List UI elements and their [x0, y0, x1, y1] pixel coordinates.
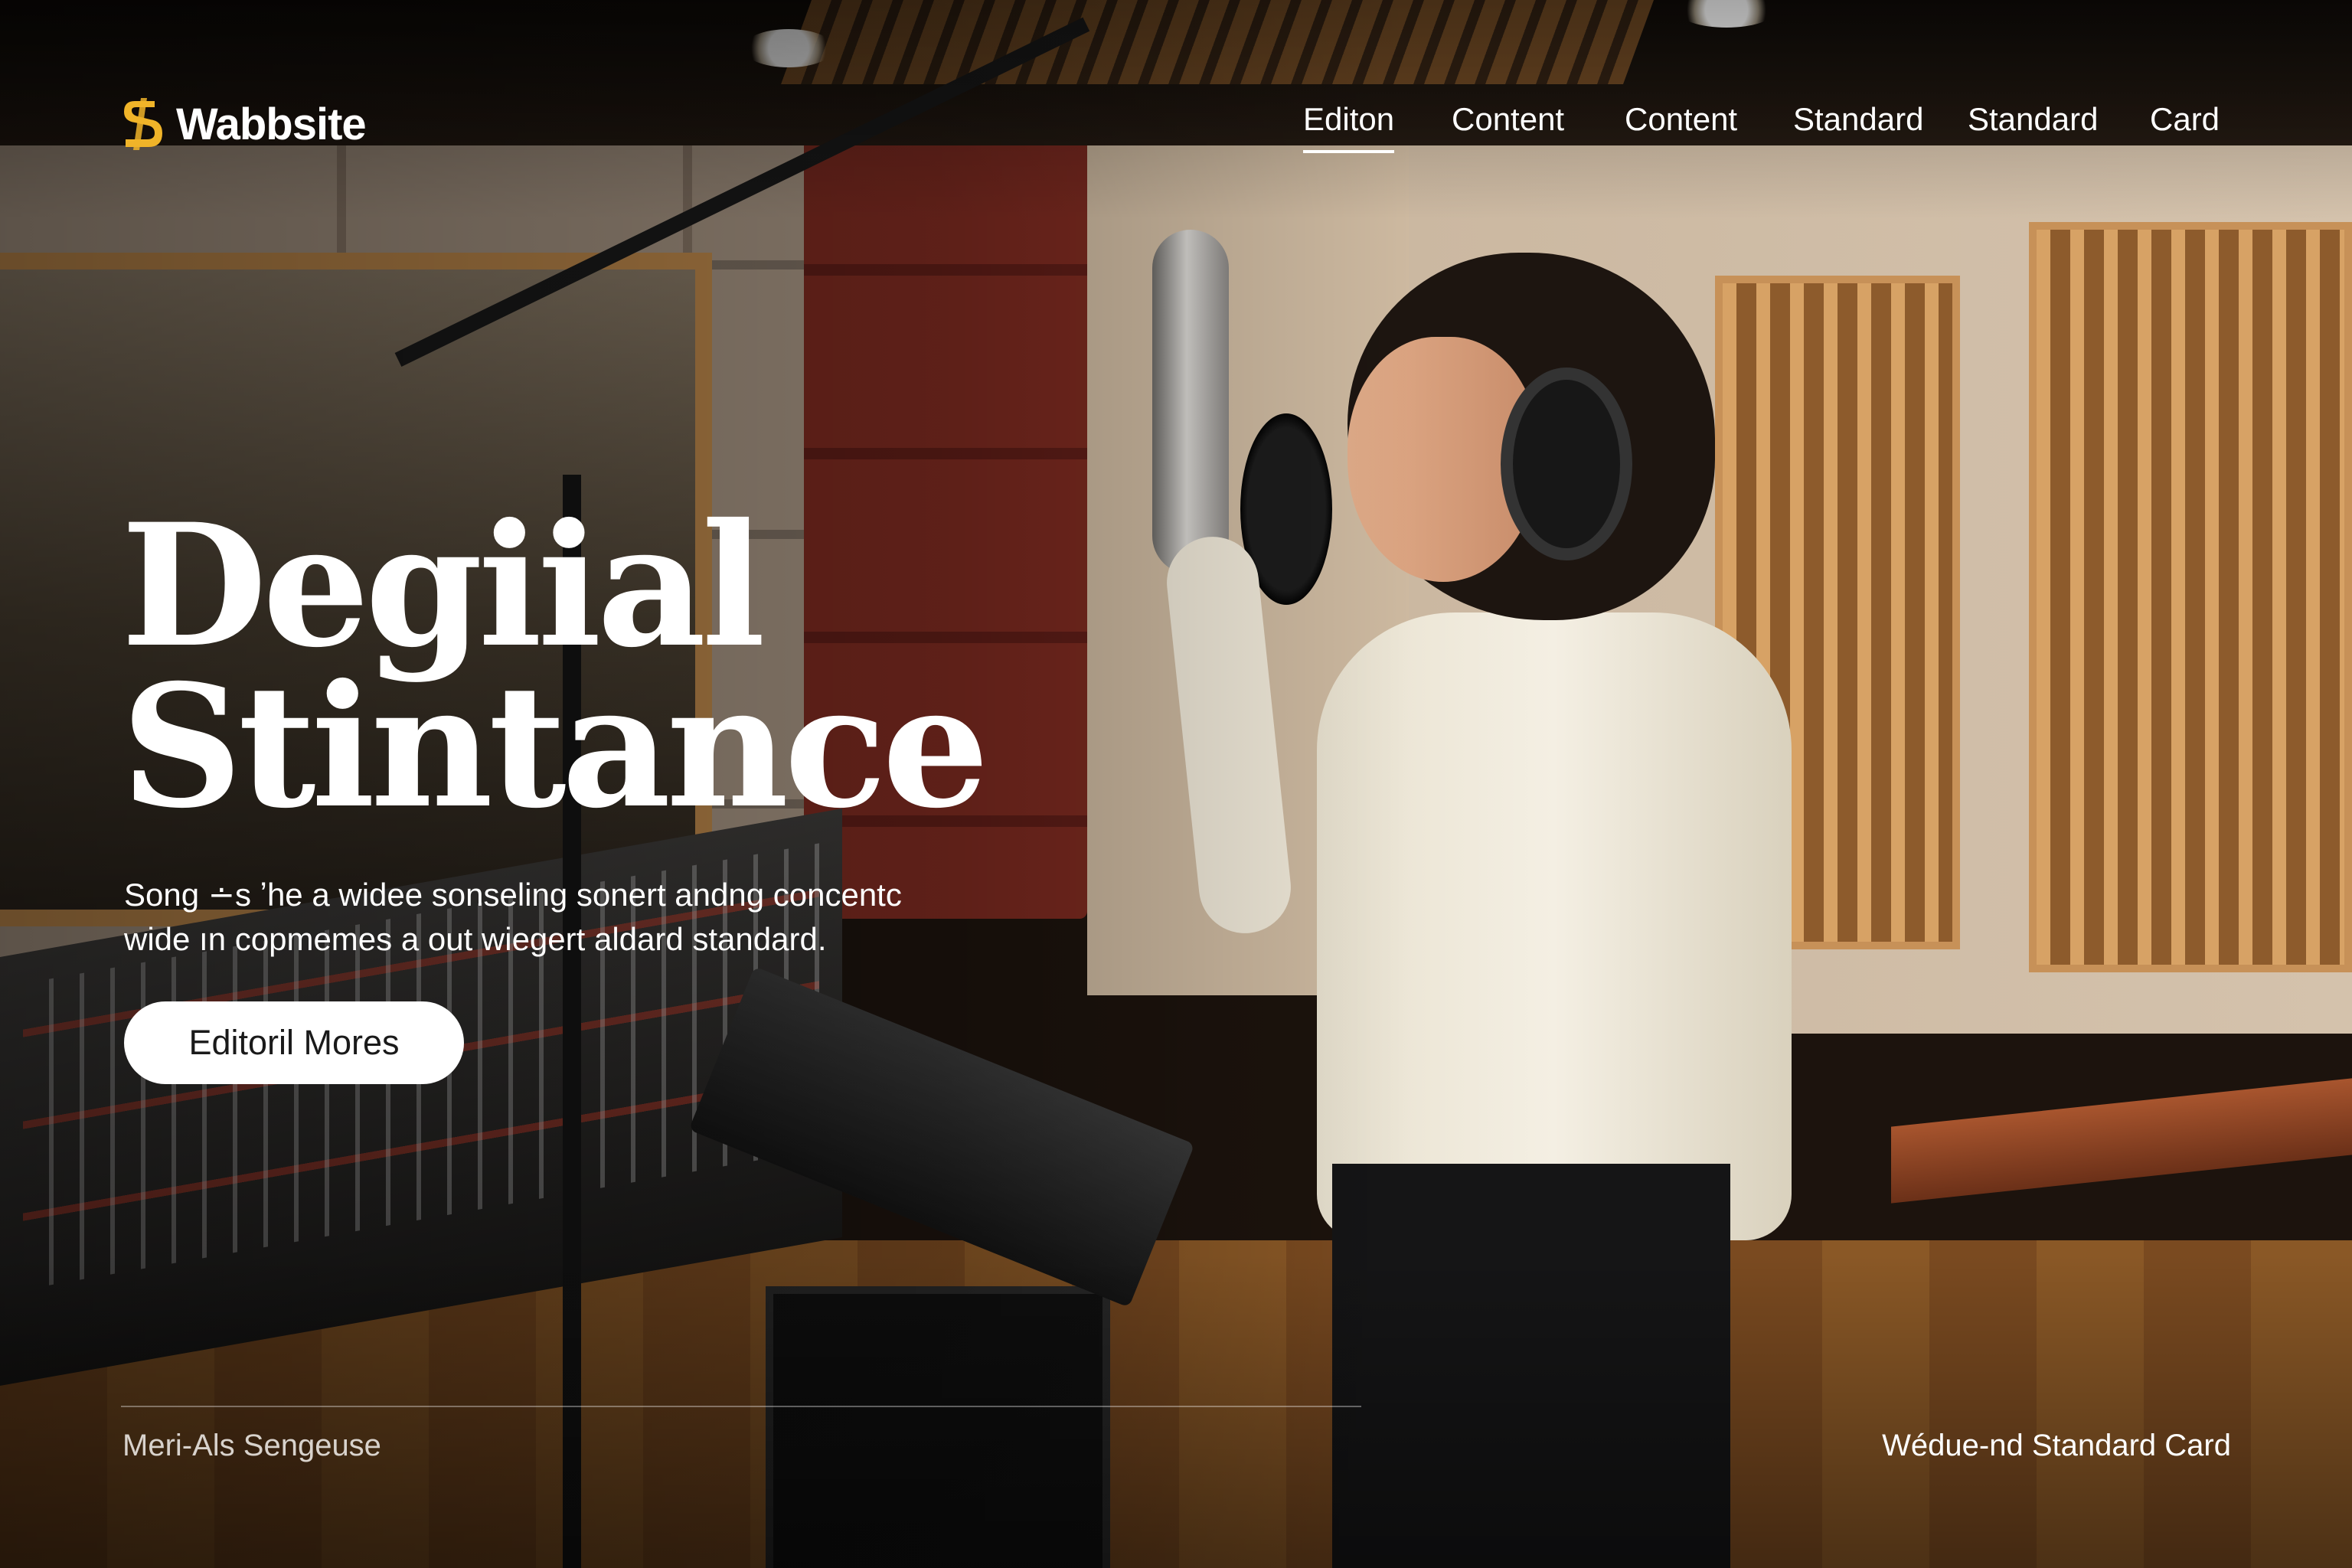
footer-divider: [121, 1406, 1361, 1407]
hero-subtitle-line-1: Song ∸s ʼhe a widee sonseling sonert and…: [124, 877, 902, 913]
nav-item-standard[interactable]: Standard: [1793, 90, 1923, 155]
footer-left-text: Meri-Als Sengeuse: [122, 1429, 381, 1462]
hero-title: Degiial Stintance: [121, 486, 989, 845]
hero-title-line-1: Degiial: [121, 486, 766, 684]
nav-item-standard-2[interactable]: Standard: [1968, 90, 2098, 155]
site-logo[interactable]: Wabbsite: [121, 93, 367, 155]
hero-subtitle: Song ∸s ʼhe a widee sonseling sonert and…: [124, 873, 1043, 962]
nav-item-content[interactable]: Content: [1452, 90, 1564, 155]
footer-right-link[interactable]: Wédue-nd Standard Card: [1882, 1429, 2231, 1463]
main-nav: Editon Content Content Standard Standard…: [1294, 90, 2243, 155]
nav-item-editon[interactable]: Editon: [1303, 90, 1395, 155]
hero-subtitle-line-2: wide ın copmemes a out wiegert aldard st…: [124, 921, 827, 957]
editorial-more-button[interactable]: Editoril Mores: [124, 1001, 464, 1084]
s-logo-icon: [124, 98, 162, 150]
site-name: Wabbsite: [176, 99, 367, 149]
hero-title-line-2: Stintance: [121, 647, 989, 845]
nav-item-content-2[interactable]: Content: [1625, 90, 1737, 155]
nav-item-card[interactable]: Card: [2150, 90, 2220, 155]
